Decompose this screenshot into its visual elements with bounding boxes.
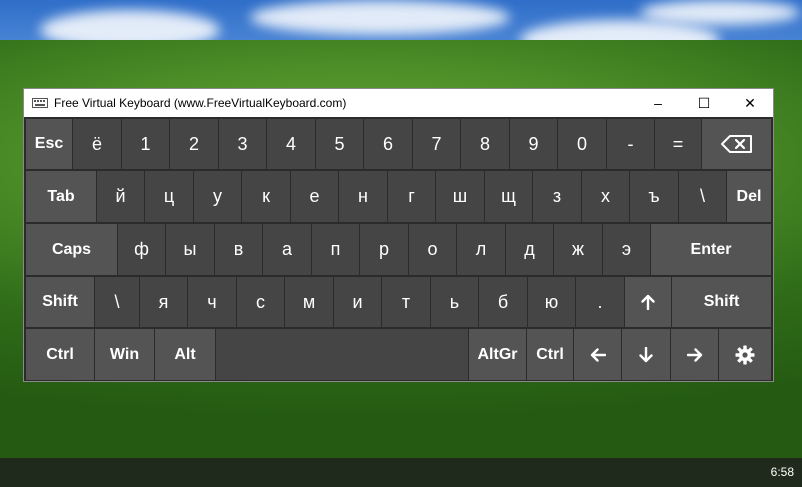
window-controls: – ☐ ✕ bbox=[635, 89, 773, 117]
key-o[interactable]: о bbox=[409, 224, 456, 275]
arrow-down-icon bbox=[639, 346, 653, 362]
key-left[interactable] bbox=[574, 329, 621, 380]
window-title: Free Virtual Keyboard (www.FreeVirtualKe… bbox=[54, 96, 347, 110]
keyboard-icon bbox=[32, 98, 48, 108]
window-titlebar[interactable]: Free Virtual Keyboard (www.FreeVirtualKe… bbox=[24, 89, 773, 117]
key-l[interactable]: л bbox=[457, 224, 505, 275]
key-u[interactable]: у bbox=[194, 171, 241, 222]
key-4[interactable]: 4 bbox=[267, 119, 315, 169]
maximize-button[interactable]: ☐ bbox=[681, 89, 727, 117]
key-backslash-alt[interactable]: \ bbox=[95, 277, 139, 327]
key-shift-left[interactable]: Shift bbox=[26, 277, 94, 327]
minimize-button[interactable]: – bbox=[635, 89, 681, 117]
key-shch[interactable]: щ bbox=[485, 171, 532, 222]
key-yu[interactable]: ю bbox=[528, 277, 575, 327]
key-esc[interactable]: Esc bbox=[26, 119, 72, 169]
arrow-up-icon bbox=[641, 294, 655, 310]
key-n[interactable]: н bbox=[339, 171, 387, 222]
key-j-short[interactable]: й bbox=[97, 171, 144, 222]
key-d[interactable]: д bbox=[506, 224, 553, 275]
key-zh[interactable]: ж bbox=[554, 224, 602, 275]
close-button[interactable]: ✕ bbox=[727, 89, 773, 117]
key-9[interactable]: 9 bbox=[510, 119, 557, 169]
key-tab[interactable]: Tab bbox=[26, 171, 96, 222]
key-backslash[interactable]: \ bbox=[679, 171, 726, 222]
taskbar-clock[interactable]: 6:58 bbox=[771, 465, 794, 479]
key-backspace[interactable] bbox=[702, 119, 771, 169]
wallpaper-cloud bbox=[250, 0, 510, 35]
key-ye[interactable]: е bbox=[291, 171, 338, 222]
key-shift-right[interactable]: Shift bbox=[672, 277, 771, 327]
key-5[interactable]: 5 bbox=[316, 119, 363, 169]
key-sh[interactable]: ш bbox=[436, 171, 484, 222]
key-right[interactable] bbox=[671, 329, 718, 380]
key-b[interactable]: б bbox=[479, 277, 527, 327]
key-kh[interactable]: х bbox=[582, 171, 629, 222]
key-yo[interactable]: ё bbox=[73, 119, 121, 169]
backspace-icon bbox=[720, 135, 752, 153]
key-ya[interactable]: я bbox=[140, 277, 187, 327]
arrow-left-icon bbox=[590, 347, 606, 362]
key-0[interactable]: 0 bbox=[558, 119, 606, 169]
key-period[interactable]: . bbox=[576, 277, 624, 327]
key-alt[interactable]: Alt bbox=[155, 329, 215, 380]
key-up[interactable] bbox=[625, 277, 671, 327]
key-altgr[interactable]: AltGr bbox=[469, 329, 526, 380]
key-1[interactable]: 1 bbox=[122, 119, 169, 169]
key-space[interactable] bbox=[216, 329, 468, 380]
key-m[interactable]: м bbox=[285, 277, 333, 327]
key-y[interactable]: ы bbox=[166, 224, 214, 275]
key-2[interactable]: 2 bbox=[170, 119, 218, 169]
key-6[interactable]: 6 bbox=[364, 119, 412, 169]
key-p[interactable]: п bbox=[312, 224, 359, 275]
gear-icon bbox=[735, 345, 755, 364]
key-3[interactable]: 3 bbox=[219, 119, 266, 169]
key-s[interactable]: с bbox=[237, 277, 284, 327]
key-minus[interactable]: - bbox=[607, 119, 654, 169]
key-z[interactable]: з bbox=[533, 171, 581, 222]
key-soft-sign[interactable]: ь bbox=[431, 277, 478, 327]
key-down[interactable] bbox=[622, 329, 670, 380]
key-k[interactable]: к bbox=[242, 171, 290, 222]
key-win[interactable]: Win bbox=[95, 329, 154, 380]
key-hard-sign[interactable]: ъ bbox=[630, 171, 678, 222]
virtual-keyboard-window: Free Virtual Keyboard (www.FreeVirtualKe… bbox=[23, 88, 774, 382]
key-8[interactable]: 8 bbox=[461, 119, 509, 169]
key-settings[interactable] bbox=[719, 329, 771, 380]
key-ts[interactable]: ц bbox=[145, 171, 193, 222]
key-t[interactable]: т bbox=[382, 277, 430, 327]
wallpaper-cloud bbox=[640, 0, 800, 25]
key-f[interactable]: ф bbox=[118, 224, 165, 275]
key-ctrl-left[interactable]: Ctrl bbox=[26, 329, 94, 380]
key-g[interactable]: г bbox=[388, 171, 435, 222]
key-ch[interactable]: ч bbox=[188, 277, 236, 327]
keyboard: Esc ё 1 2 3 4 5 6 7 8 9 0 - = Tab й ц у … bbox=[24, 117, 773, 381]
key-enter[interactable]: Enter bbox=[651, 224, 771, 275]
key-r[interactable]: р bbox=[360, 224, 408, 275]
taskbar: 6:58 bbox=[0, 458, 802, 487]
key-caps[interactable]: Caps bbox=[26, 224, 117, 275]
key-a[interactable]: а bbox=[263, 224, 311, 275]
key-v[interactable]: в bbox=[215, 224, 262, 275]
key-e[interactable]: э bbox=[603, 224, 650, 275]
key-ctrl-right[interactable]: Ctrl bbox=[527, 329, 573, 380]
key-equals[interactable]: = bbox=[655, 119, 701, 169]
arrow-right-icon bbox=[686, 347, 702, 362]
key-del[interactable]: Del bbox=[727, 171, 771, 222]
key-i[interactable]: и bbox=[334, 277, 381, 327]
key-7[interactable]: 7 bbox=[413, 119, 460, 169]
